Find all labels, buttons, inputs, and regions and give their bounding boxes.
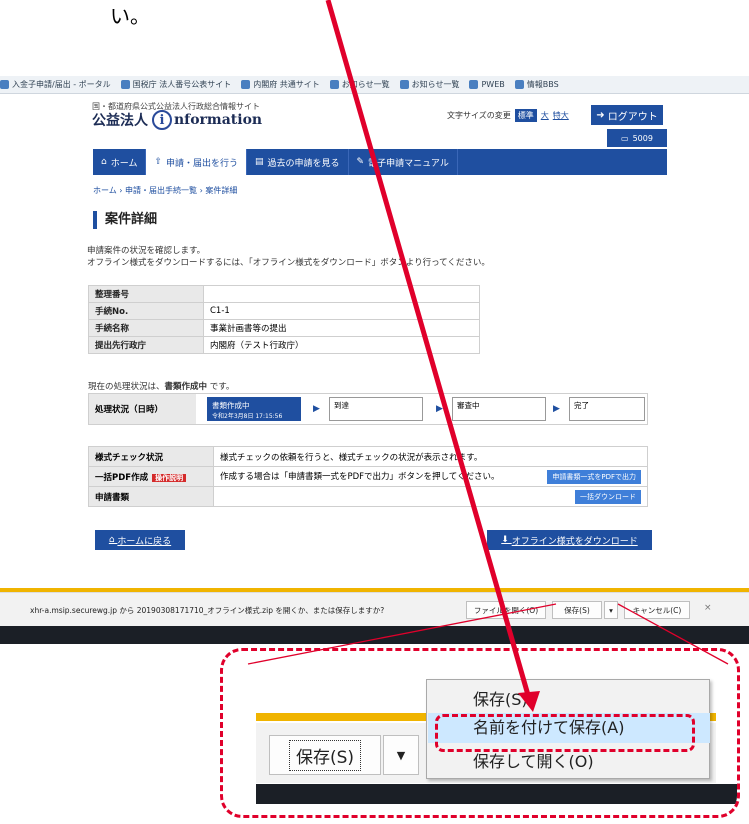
font-xlarge-button[interactable]: 特大 bbox=[553, 110, 569, 121]
table-row: 申請書類 一括ダウンロード bbox=[88, 486, 648, 507]
favicon-icon bbox=[0, 80, 9, 89]
chevron-right-icon: ▶ bbox=[436, 404, 443, 414]
table-row: 手続名称 事業計画書等の提出 bbox=[88, 319, 480, 337]
close-icon[interactable]: × bbox=[704, 603, 712, 613]
favicon-icon bbox=[469, 80, 479, 89]
case-info-table: 整理番号 手続No. C1-1 手続名称 事業計画書等の提出 提出先行政庁 内閣府（テ… bbox=[88, 285, 480, 354]
bulk-download-button[interactable]: 一括ダウンロード bbox=[575, 489, 641, 504]
bookmark-item[interactable]: 国税庁 法人番号公表サイト bbox=[120, 79, 231, 90]
help-video-badge[interactable]: 操作説明 bbox=[152, 473, 187, 482]
table-row: 様式チェック状況 様式チェックの依頼を行うと、様式チェックの状況が表示されます。 bbox=[88, 446, 648, 467]
intro-text: 申請案件の状況を確認します。 オフライン様式をダウンロードするには、「オフライン… bbox=[87, 246, 490, 268]
table-row: 手続No. C1-1 bbox=[88, 302, 480, 320]
favicon-icon bbox=[514, 80, 524, 89]
operations-table: 様式チェック状況 様式チェックの依頼を行うと、様式チェックの状況が表示されます。… bbox=[88, 446, 648, 507]
step-arrived: 到達 bbox=[329, 397, 423, 421]
save-as-highlight bbox=[435, 714, 695, 752]
bookmark-item[interactable]: 情報BBS bbox=[514, 79, 559, 90]
logout-button[interactable]: ➜ ログアウト bbox=[591, 105, 663, 125]
bookmark-item[interactable]: お知らせ一覧 bbox=[399, 79, 459, 90]
offline-download-button[interactable]: ⬇ オフライン様式をダウンロード bbox=[487, 530, 652, 550]
upload-icon: ⇧ bbox=[154, 157, 162, 167]
main-nav: ⌂ ホーム ⇧ 申請・届出を行う ▤ 過去の申請を見る ✎ 電子申請マニュアル bbox=[93, 149, 667, 175]
nav-apply[interactable]: ⇧ 申請・届出を行う bbox=[146, 149, 248, 175]
nav-history[interactable]: ▤ 過去の申請を見る bbox=[247, 149, 349, 175]
pdf-output-button[interactable]: 申請書類一式をPDFで出力 bbox=[547, 469, 641, 484]
info-icon: i bbox=[152, 110, 172, 130]
monitor-icon: ▭ bbox=[621, 133, 629, 143]
favicon-icon bbox=[329, 80, 339, 89]
browser-favorites-bar: 入金子申請/届出 - ポータル 国税庁 法人番号公表サイト 内閣府 共通サイト … bbox=[0, 76, 749, 94]
home-icon: ⌂ bbox=[101, 157, 107, 167]
menu-item-save[interactable]: 保存(S) bbox=[473, 686, 528, 710]
bookmark-item[interactable]: 内閣府 共通サイト bbox=[241, 79, 320, 90]
step-drafting: 書類作成中 令和2年3月8日 17:15:56 bbox=[207, 397, 301, 421]
favicon-icon bbox=[399, 80, 409, 89]
open-file-button[interactable]: ファイルを開く(O) bbox=[466, 601, 546, 619]
zoom-dropdown-button[interactable]: ▼ bbox=[383, 735, 419, 775]
page-title: 案件詳細 bbox=[93, 211, 157, 229]
web-page: 国・都道府県公式公益法人行政総合情報サイト 公益法人 i nformation … bbox=[75, 95, 670, 575]
taskbar-strip bbox=[0, 626, 749, 644]
top-note-text: い。 bbox=[110, 4, 150, 28]
zoom-save-button[interactable]: 保存(S) bbox=[269, 735, 381, 775]
bookmark-item[interactable]: PWEB bbox=[469, 80, 505, 89]
back-home-button[interactable]: ⌂ ホームに戻る bbox=[95, 530, 185, 550]
cancel-button[interactable]: キャンセル(C) bbox=[624, 601, 690, 619]
logout-icon: ➜ bbox=[596, 109, 608, 121]
nav-manual[interactable]: ✎ 電子申請マニュアル bbox=[349, 149, 458, 175]
table-row: 整理番号 bbox=[88, 285, 480, 303]
chevron-right-icon: ▶ bbox=[553, 404, 560, 414]
zoom-callout: 保存(S) ▼ 保存(S) 名前を付けて保存(A) 保存して開く(O) bbox=[220, 648, 740, 818]
favicon-icon bbox=[241, 80, 251, 89]
zoom-dark-strip bbox=[256, 784, 737, 804]
chevron-right-icon: ▶ bbox=[313, 404, 320, 414]
download-message: xhr-a.msip.securewg.jp から 20190308171710… bbox=[30, 606, 385, 615]
font-size-switcher: 文字サイズの変更 標準 大 特大 bbox=[447, 109, 569, 122]
nav-home[interactable]: ⌂ ホーム bbox=[93, 149, 147, 175]
status-progress: 処理状況（日時） 書類作成中 令和2年3月8日 17:15:56 ▶ 到達 ▶ … bbox=[88, 393, 648, 425]
favicon-icon bbox=[120, 80, 130, 89]
home-icon: ⌂ bbox=[108, 535, 118, 545]
document-icon: ▤ bbox=[255, 157, 264, 167]
save-button[interactable]: 保存(S) bbox=[552, 601, 602, 619]
status-label: 処理状況（日時） bbox=[89, 394, 196, 424]
table-row: 一括PDF作成 操作説明 作成する場合は「申請書類一式をPDFで出力」ボタンを押し… bbox=[88, 466, 648, 487]
table-row: 提出先行政庁 内閣府（テスト行政庁） bbox=[88, 336, 480, 354]
save-options-dropdown[interactable]: ▾ bbox=[604, 601, 618, 619]
font-standard-button[interactable]: 標準 bbox=[514, 109, 537, 122]
bookmark-item[interactable]: お知らせ一覧 bbox=[329, 79, 390, 90]
pen-icon: ✎ bbox=[356, 157, 365, 167]
site-logo[interactable]: 公益法人 i nformation bbox=[92, 110, 262, 130]
user-id-badge: ▭ 5009 bbox=[607, 129, 667, 147]
download-notification-bar: xhr-a.msip.securewg.jp から 20190308171710… bbox=[0, 592, 749, 626]
font-large-button[interactable]: 大 bbox=[541, 110, 549, 121]
step-complete: 完了 bbox=[569, 397, 645, 421]
download-icon: ⬇ bbox=[501, 535, 512, 545]
breadcrumb[interactable]: ホーム › 申請・届出手続一覧 › 案件詳細 bbox=[93, 185, 237, 196]
bookmark-item[interactable]: 入金子申請/届出 - ポータル bbox=[0, 79, 111, 90]
status-line: 現在の処理状況は、書類作成中 です。 bbox=[88, 382, 235, 392]
step-review: 審査中 bbox=[452, 397, 546, 421]
